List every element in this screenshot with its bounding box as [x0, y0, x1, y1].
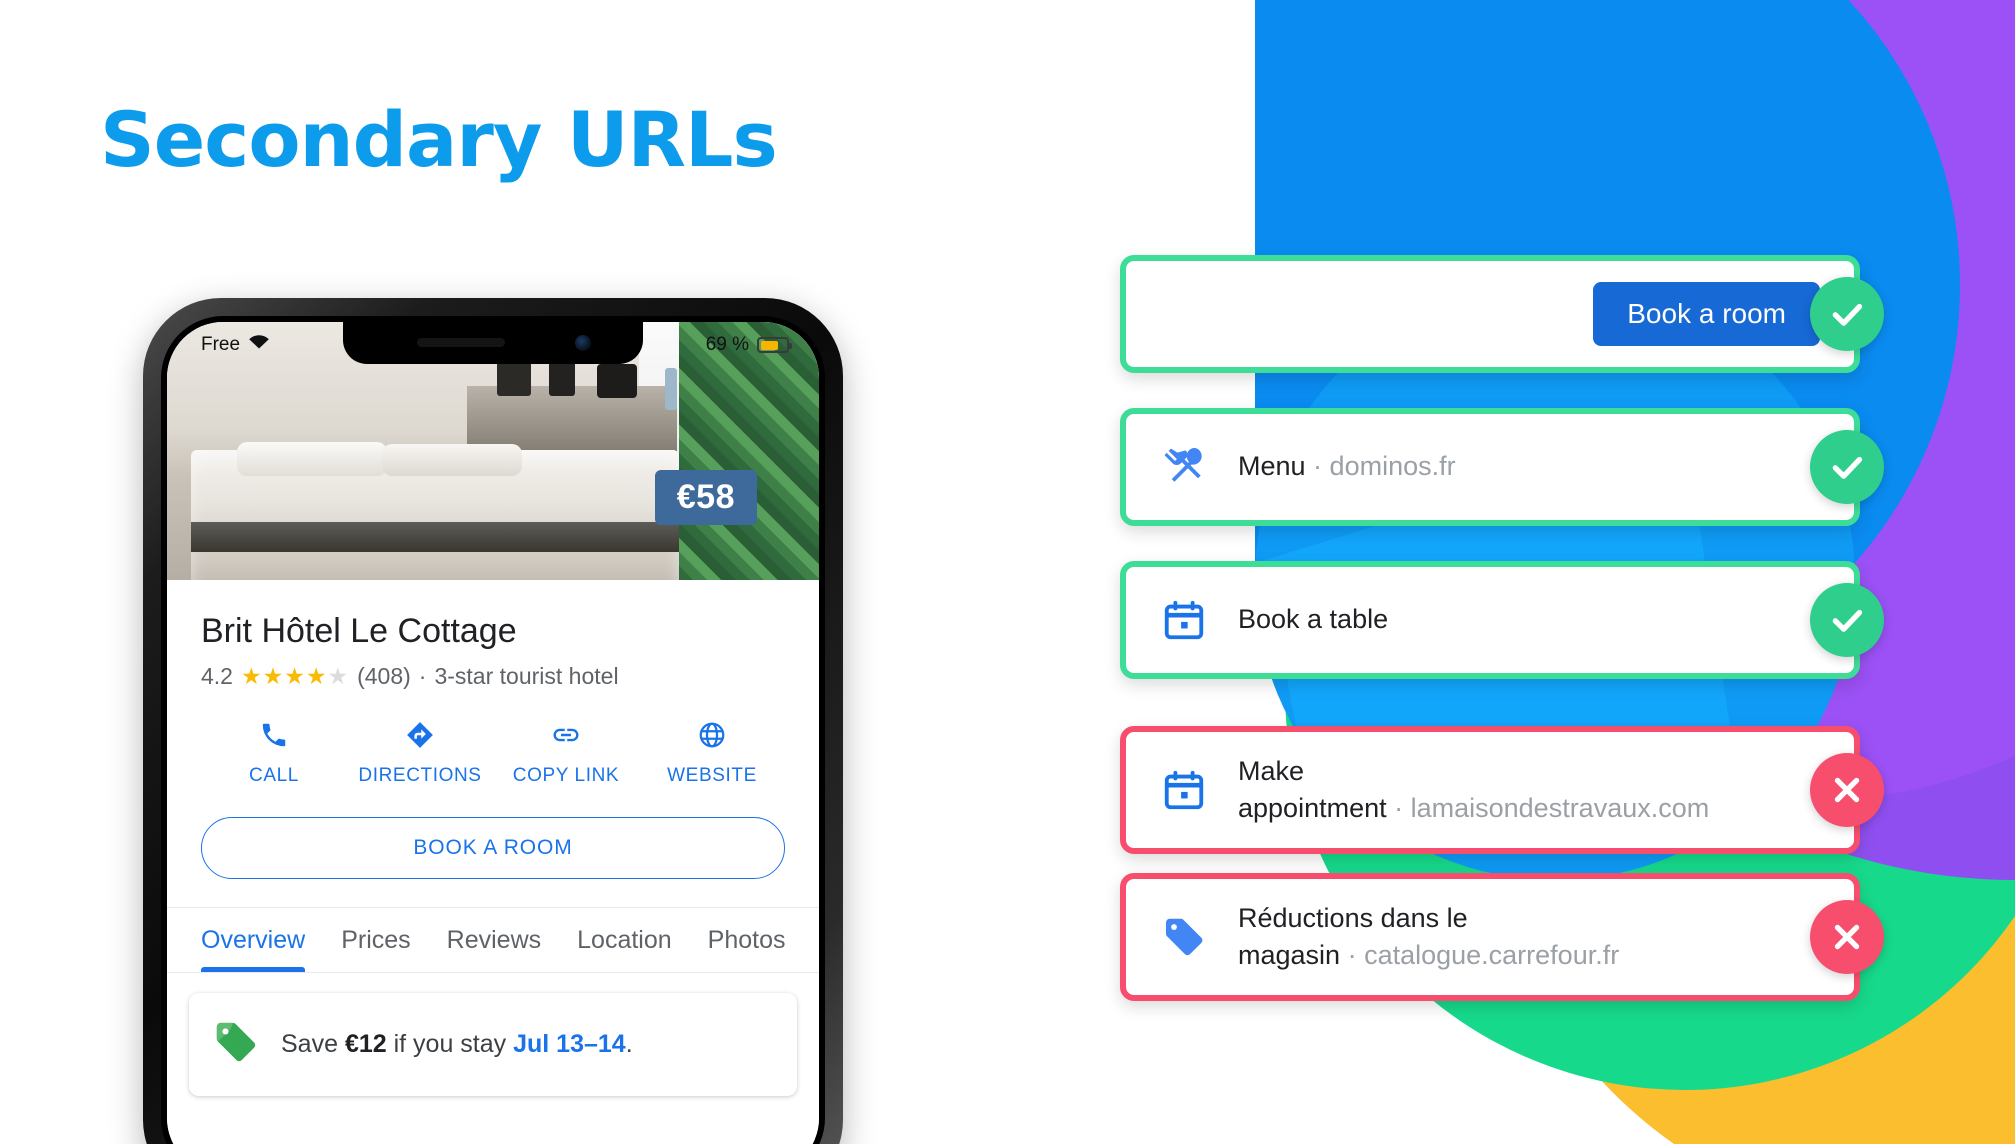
place-title: Brit Hôtel Le Cottage: [201, 612, 517, 650]
card-reductions-domain: catalogue.carrefour.fr: [1364, 940, 1620, 970]
action-call[interactable]: CALL: [201, 720, 347, 787]
action-website-label: WEBSITE: [667, 765, 757, 786]
card-book-a-room[interactable]: Book a room: [1120, 255, 1884, 373]
phone-notch: [343, 322, 643, 364]
card-book-a-table[interactable]: Book a table: [1120, 561, 1884, 679]
phone-bezel: €58 Free 69 % Brit Hôtel Le Cottage 4.2 …: [161, 316, 825, 1144]
meta-separator: ·: [418, 663, 427, 689]
restaurant-icon: [1160, 444, 1208, 490]
review-count: (408): [357, 663, 411, 689]
tab-bar: Overview Prices Reviews Location Photos: [167, 908, 819, 972]
promo-text: Save €12 if you stay Jul 13–14.: [281, 1030, 633, 1059]
phone-screen: €58 Free 69 % Brit Hôtel Le Cottage 4.2 …: [167, 322, 819, 1144]
status-badge-rejected: [1810, 900, 1884, 974]
tag-icon: [1160, 914, 1208, 960]
card-menu-domain: dominos.fr: [1329, 451, 1456, 482]
card-reductions-line1: Réductions dans le: [1238, 902, 1468, 933]
action-copy-link-label: COPY LINK: [512, 765, 620, 786]
action-call-label: CALL: [249, 765, 299, 786]
card-book-table-label: Book a table: [1238, 604, 1389, 635]
battery-icon: [757, 337, 792, 353]
tab-prices[interactable]: Prices: [341, 908, 432, 972]
action-row: CALL DIRECTIONS COPY LINK WEBSITE: [167, 690, 819, 787]
status-badge-approved: [1810, 583, 1884, 657]
wifi-icon: [248, 334, 270, 356]
page-title: Secondary URLs: [100, 95, 778, 184]
phone-mockup: €58 Free 69 % Brit Hôtel Le Cottage 4.2 …: [143, 298, 843, 1144]
card-reductions-separator: ·: [1340, 940, 1365, 970]
tag-icon: [213, 1019, 259, 1070]
directions-icon: [405, 722, 435, 754]
card-reductions-text: Réductions dans le magasin · catalogue.c…: [1238, 900, 1619, 975]
card-appointment-separator: ·: [1386, 793, 1411, 823]
tab-photos[interactable]: Photos: [708, 908, 808, 972]
front-camera: [575, 335, 591, 351]
card-reductions-magasin[interactable]: Réductions dans le magasin · catalogue.c…: [1120, 873, 1884, 1001]
close-icon: [1834, 924, 1860, 950]
tab-reviews[interactable]: Reviews: [447, 908, 563, 972]
check-icon: [1832, 456, 1863, 479]
calendar-icon: [1160, 597, 1208, 643]
card-reductions-label: magasin: [1238, 940, 1341, 970]
url-policy-cards: Book a room Menu · dominos.fr Book a tab…: [1120, 0, 1920, 1144]
place-card: Brit Hôtel Le Cottage 4.2 ★★★★★ (408) · …: [167, 580, 819, 1144]
promo-middle: if you stay: [386, 1030, 514, 1058]
status-badge-approved: [1810, 430, 1884, 504]
tab-bar-divider: [167, 972, 819, 973]
action-directions[interactable]: DIRECTIONS: [347, 720, 493, 787]
phone-icon: [259, 723, 289, 754]
promo-date: Jul 13–14: [513, 1030, 626, 1058]
status-badge-approved: [1810, 277, 1884, 351]
card-menu-separator: ·: [1305, 451, 1330, 482]
promo-card[interactable]: Save €12 if you stay Jul 13–14.: [189, 993, 797, 1096]
place-rating-row: 4.2 ★★★★★ (408) · 3-star tourist hotel: [167, 651, 819, 690]
rating-value: 4.2: [201, 663, 233, 689]
card-make-appointment[interactable]: Make appointment · lamaisondestravaux.co…: [1120, 726, 1884, 854]
card-appointment-line2: appointment · lamaisondestravaux.com: [1238, 790, 1709, 827]
tab-location[interactable]: Location: [577, 908, 694, 972]
carrier-label: Free: [201, 334, 241, 355]
card-appointment-line1: Make: [1238, 755, 1305, 786]
card-appointment-text: Make appointment · lamaisondestravaux.co…: [1238, 753, 1709, 828]
place-category: 3-star tourist hotel: [434, 663, 619, 689]
price-badge: €58: [654, 470, 757, 525]
check-icon: [1832, 303, 1863, 326]
tab-overview[interactable]: Overview: [201, 908, 327, 972]
card-book-table-text: Book a table: [1238, 601, 1388, 638]
card-menu-dominos[interactable]: Menu · dominos.fr: [1120, 408, 1884, 526]
calendar-icon: [1160, 767, 1208, 813]
promo-amount: €12: [344, 1030, 387, 1058]
card-reductions-line2: magasin · catalogue.carrefour.fr: [1238, 937, 1619, 974]
status-badge-rejected: [1810, 753, 1884, 827]
card-menu-text: Menu · dominos.fr: [1238, 448, 1456, 485]
action-copy-link[interactable]: COPY LINK: [493, 720, 639, 787]
slide-canvas: Secondary URLs €58 Free 69 % Brit Hôtel …: [0, 0, 2015, 1144]
close-icon: [1834, 777, 1860, 803]
card-menu-label: Menu: [1238, 451, 1306, 482]
promo-prefix: Save: [281, 1030, 345, 1058]
card-appointment-label: appointment: [1238, 793, 1387, 823]
globe-icon: [697, 722, 727, 754]
rating-stars: ★★★★★: [240, 663, 350, 689]
action-website[interactable]: WEBSITE: [639, 720, 785, 787]
speaker-grille: [417, 338, 505, 347]
book-a-room-cta[interactable]: Book a room: [1593, 282, 1820, 346]
battery-percent: 69 %: [705, 334, 749, 355]
action-directions-label: DIRECTIONS: [358, 765, 482, 786]
link-icon: [551, 728, 581, 754]
promo-suffix: .: [625, 1030, 633, 1058]
book-a-room-button[interactable]: BOOK A ROOM: [201, 817, 785, 879]
check-icon: [1832, 609, 1863, 632]
card-appointment-domain: lamaisondestravaux.com: [1410, 793, 1710, 823]
